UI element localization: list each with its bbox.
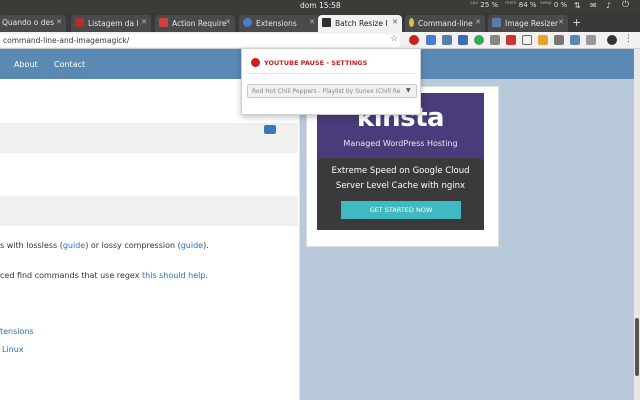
close-icon[interactable]: ✕ [558, 18, 564, 26]
network-icon[interactable]: ⇅ [574, 1, 581, 10]
ad-line-2: Server Level Cache with nginx [335, 181, 466, 191]
favicon-icon [75, 18, 84, 27]
menu-extension-icon[interactable] [586, 35, 596, 45]
tab-command-line[interactable]: Command-line ✕ [405, 15, 485, 32]
screenshot-icon[interactable] [554, 35, 564, 45]
url-field[interactable]: command-line-and-imagemagick/ [0, 34, 400, 47]
compression-text: s with lossless (guide) or lossy compres… [0, 241, 209, 250]
system-top-bar: dom 15:58 cpu 25 % mem 84 % swap 0 % ⇅ ✉… [0, 0, 640, 13]
tab-label: Command-line [418, 19, 473, 28]
ad-subtitle: Managed WordPress Hosting [343, 139, 458, 148]
volume-icon[interactable]: ♪ [606, 1, 611, 10]
tab-label: Extensions [256, 19, 297, 28]
close-icon[interactable]: ✕ [141, 18, 147, 26]
avatar[interactable] [607, 35, 617, 45]
puzzle-icon [243, 18, 252, 27]
extension-icon[interactable] [442, 35, 452, 45]
tab-action-required[interactable]: Action Require ✕ [155, 15, 235, 32]
tab-label: Batch Resize I [335, 19, 388, 28]
translate-icon[interactable] [426, 35, 436, 45]
close-icon[interactable]: ✕ [475, 18, 481, 26]
cpu-indicator: cpu 25 % [470, 1, 499, 9]
scrollbar-thumb[interactable] [635, 318, 639, 376]
shield-icon[interactable] [522, 35, 532, 45]
close-icon[interactable]: ✕ [309, 18, 315, 26]
guide-link[interactable]: guide [181, 241, 203, 250]
terminal-icon [322, 18, 331, 27]
popup-title: YOUTUBE PAUSE - SETTINGS [264, 59, 368, 67]
nav-about[interactable]: About [14, 60, 38, 69]
youtube-pause-settings-popup: YOUTUBE PAUSE - SETTINGS Red Hot Chili P… [241, 48, 421, 115]
cast-icon[interactable] [570, 35, 580, 45]
calendar-icon[interactable] [458, 35, 468, 45]
this-should-help-link[interactable]: this should help [142, 271, 205, 280]
power-icon[interactable]: ⏻ [622, 0, 629, 10]
tab-image-resizer[interactable]: Image Resizer ✕ [488, 15, 568, 32]
code-block [0, 123, 298, 153]
tab-batch-resize[interactable]: Batch Resize I ✕ [318, 15, 402, 32]
close-icon[interactable]: ✕ [225, 18, 231, 26]
tab-label: Action Require [172, 19, 227, 28]
tab-label: Image Resizer [505, 19, 558, 28]
grammarly-icon[interactable] [474, 35, 484, 45]
playlist-select[interactable]: Red Hot Chili Peppers - Playlist by Sune… [247, 84, 417, 98]
regex-text: ced find commands that use regex this sh… [0, 271, 209, 280]
code-block [0, 196, 298, 226]
close-icon[interactable]: ✕ [56, 18, 62, 26]
clock[interactable]: dom 15:58 [300, 1, 341, 10]
bulb-icon [409, 18, 414, 27]
keyboard-icon[interactable]: ✉ [590, 1, 597, 10]
close-icon[interactable]: ✕ [392, 18, 398, 26]
opera-icon[interactable] [506, 35, 516, 45]
bookmark-star-icon[interactable]: ☆ [390, 34, 398, 44]
linux-link[interactable]: Linux [2, 345, 24, 354]
article-content: s with lossless (guide) or lossy compres… [0, 79, 300, 400]
browser-tab-strip: Quando o des ✕ Listagem da l ✕ Action Re… [0, 13, 640, 32]
mem-indicator: mem 84 % [505, 1, 537, 9]
tab-extensions[interactable]: Extensions ✕ [239, 15, 319, 32]
nav-contact[interactable]: Contact [54, 60, 85, 69]
swap-indicator: swap 0 % [540, 1, 568, 9]
divider [248, 73, 416, 74]
key-icon[interactable] [538, 35, 548, 45]
more-menu-icon[interactable]: ⋮ [624, 34, 633, 44]
tab-quando[interactable]: Quando o des ✕ [0, 15, 66, 32]
tab-listagem[interactable]: Listagem da l ✕ [71, 15, 151, 32]
get-started-button[interactable]: GET STARTED NOW [341, 201, 461, 219]
new-tab-button[interactable]: + [572, 16, 581, 29]
extensions-link[interactable]: tensions [0, 327, 34, 336]
address-bar-row: command-line-and-imagemagick/ ☆ ⋮ [0, 32, 640, 49]
youtube-pause-icon[interactable] [409, 35, 419, 45]
ad-line-1: Extreme Speed on Google Cloud [331, 166, 470, 176]
youtube-pause-icon [251, 58, 260, 67]
copy-code-icon[interactable] [264, 125, 276, 134]
tab-label: Listagem da l [88, 19, 139, 28]
chevron-down-icon: ▼ [406, 87, 411, 94]
image-icon [492, 18, 501, 27]
gmail-icon [159, 18, 168, 27]
tab-label: Quando o des [2, 18, 54, 27]
guide-link[interactable]: guide [63, 241, 85, 250]
tool-icon[interactable] [490, 35, 500, 45]
